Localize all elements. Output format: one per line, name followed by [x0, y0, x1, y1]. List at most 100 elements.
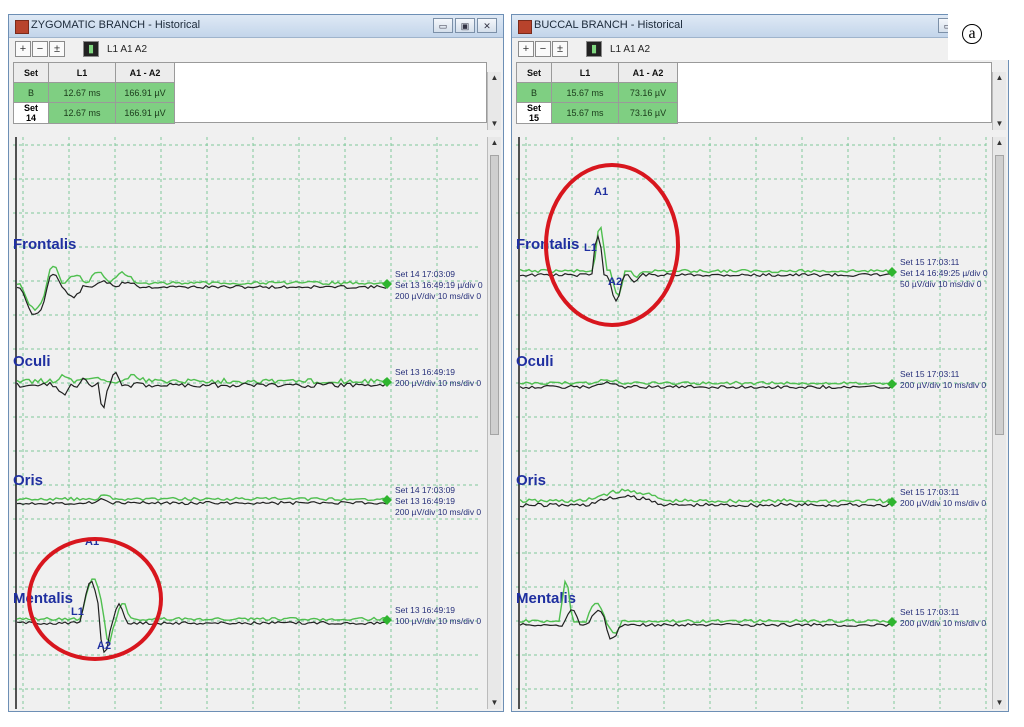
- col-set-header: Set: [516, 62, 552, 83]
- marker-labels: L1 A1 A2: [107, 44, 148, 55]
- window-titlebar[interactable]: BUCCAL BRANCH - Historical ▭ ▣ ✕: [512, 15, 1008, 38]
- app-icon: [15, 20, 29, 34]
- window-titlebar[interactable]: ZYGOMATIC BRANCH - Historical ▭ ▣ ✕: [9, 15, 503, 38]
- channel-label: Mentalis: [13, 590, 73, 607]
- channel-label: Oris: [516, 472, 546, 489]
- results-table: Set L1 A1 - A2 B 12.67 ms 166.91 µV Set …: [13, 62, 175, 124]
- buccal-window: BUCCAL BRANCH - Historical ▭ ▣ ✕ + − ± ▮…: [511, 14, 1009, 712]
- channel-info: Set 14 16:49:25 µ/div 0: [900, 268, 988, 278]
- channel-info: 200 µV/div 10 ms/div 0: [900, 498, 986, 508]
- channel-label: Oris: [13, 472, 43, 489]
- channel-info: Set 15 17:03:11: [900, 607, 960, 617]
- spectrum-icon[interactable]: ▮: [586, 41, 602, 57]
- table-row[interactable]: Set 14 12.67 ms 166.91 µV: [13, 102, 175, 124]
- table-row[interactable]: B 12.67 ms 166.91 µV: [13, 82, 175, 103]
- zoom-in-icon[interactable]: +: [518, 41, 534, 57]
- marker-diamond-icon: [887, 379, 897, 389]
- zoom-out-icon[interactable]: −: [32, 41, 48, 57]
- channel-info: Set 13 16:49:19: [395, 367, 455, 377]
- channel-info: 200 µV/div 10 ms/div 0: [900, 380, 986, 390]
- channel-label: Frontalis: [13, 236, 76, 253]
- marker-diamond-icon: [887, 497, 897, 507]
- zoom-in-icon[interactable]: +: [15, 41, 31, 57]
- marker-l1: L1: [584, 242, 597, 254]
- col-a1a2-header: A1 - A2: [115, 62, 175, 83]
- figure-tag: a: [948, 12, 1010, 60]
- col-a1a2-header: A1 - A2: [618, 62, 678, 83]
- plot-scrollbar[interactable]: ▲ ▼: [992, 137, 1006, 709]
- scroll-up-icon[interactable]: ▲: [488, 137, 501, 149]
- channel-label: Mentalis: [516, 590, 576, 607]
- cell-set: B: [13, 82, 49, 103]
- minimize-icon[interactable]: ▭: [433, 18, 453, 33]
- cell-set: Set 15: [516, 102, 552, 124]
- channel-info: 200 µV/div 10 ms/div 0: [395, 507, 481, 517]
- zoom-fit-icon[interactable]: ±: [49, 41, 65, 57]
- channel-info: 200 µV/div 10 ms/div 0: [900, 618, 986, 628]
- channel-info: Set 15 17:03:11: [900, 487, 960, 497]
- col-l1-header: L1: [551, 62, 619, 83]
- table-row[interactable]: B 15.67 ms 73.16 µV: [516, 82, 678, 103]
- zoom-fit-icon[interactable]: ±: [552, 41, 568, 57]
- cell-a1a2: 73.16 µV: [618, 102, 678, 124]
- trace-green: [16, 494, 387, 502]
- scroll-up-icon[interactable]: ▲: [993, 137, 1006, 149]
- cell-l1: 12.67 ms: [48, 102, 116, 124]
- trace-black: [16, 273, 387, 315]
- cell-a1a2: 166.91 µV: [115, 82, 175, 103]
- marker-a2: A2: [608, 276, 622, 288]
- spectrum-icon[interactable]: ▮: [83, 41, 99, 57]
- channel-info: Set 14 17:03:09: [395, 485, 455, 495]
- trace-green: [519, 378, 893, 386]
- scroll-down-icon[interactable]: ▼: [993, 697, 1006, 709]
- restore-icon[interactable]: ▣: [455, 18, 475, 33]
- trace-plot[interactable]: FrontalisSet 14 17:03:09Set 13 16:49:19 …: [13, 137, 483, 709]
- app-icon: [518, 20, 532, 34]
- channel-info: Set 15 17:03:11: [900, 369, 960, 379]
- channel-label: Oculi: [13, 353, 51, 370]
- plot-scrollbar[interactable]: ▲ ▼: [487, 137, 501, 709]
- channel-info: 50 µV/div 10 ms/div 0: [900, 279, 982, 289]
- col-set-header: Set: [13, 62, 49, 83]
- marker-diamond-icon: [887, 267, 897, 277]
- results-table: Set L1 A1 - A2 B 15.67 ms 73.16 µV Set 1…: [516, 62, 678, 124]
- cell-a1a2: 166.91 µV: [115, 102, 175, 124]
- channel-info: Set 14 17:03:09: [395, 269, 455, 279]
- table-scrollbar[interactable]: ▲ ▼: [992, 72, 1006, 130]
- marker-a2: A2: [97, 640, 111, 652]
- window-title: ZYGOMATIC BRANCH - Historical: [31, 19, 201, 31]
- scroll-up-icon[interactable]: ▲: [993, 72, 1006, 84]
- scroll-thumb[interactable]: [995, 155, 1004, 435]
- channel-info: 100 µV/div 10 ms/div 0: [395, 616, 481, 626]
- trace-green: [16, 373, 387, 385]
- toolbar: + − ± ▮ L1 A1 A2: [9, 38, 503, 60]
- trace-green: [519, 488, 893, 504]
- channel-info: Set 15 17:03:11: [900, 257, 960, 267]
- scroll-down-icon[interactable]: ▼: [993, 118, 1006, 130]
- marker-a1: A1: [594, 186, 608, 198]
- cell-set: B: [516, 82, 552, 103]
- channel-info: Set 13 16:49:19 µ/div 0: [395, 280, 483, 290]
- trace-plot[interactable]: FrontalisSet 15 17:03:11Set 14 16:49:25 …: [516, 137, 988, 709]
- trace-black: [519, 609, 893, 640]
- scroll-up-icon[interactable]: ▲: [488, 72, 501, 84]
- table-scrollbar[interactable]: ▲ ▼: [487, 72, 501, 130]
- table-row[interactable]: Set 15 15.67 ms 73.16 µV: [516, 102, 678, 124]
- cell-l1: 15.67 ms: [551, 82, 619, 103]
- trace-black: [16, 371, 387, 410]
- scroll-down-icon[interactable]: ▼: [488, 118, 501, 130]
- cell-l1: 12.67 ms: [48, 82, 116, 103]
- cell-set: Set 14: [13, 102, 49, 124]
- scroll-thumb[interactable]: [490, 155, 499, 435]
- zygomatic-window: ZYGOMATIC BRANCH - Historical ▭ ▣ ✕ + − …: [8, 14, 504, 712]
- channel-info: Set 13 16:49:19: [395, 496, 455, 506]
- channel-info: Set 13 16:49:19: [395, 605, 455, 615]
- toolbar: + − ± ▮ L1 A1 A2: [512, 38, 1008, 60]
- window-title: BUCCAL BRANCH - Historical: [534, 19, 683, 31]
- cell-a1a2: 73.16 µV: [618, 82, 678, 103]
- marker-labels: L1 A1 A2: [610, 44, 651, 55]
- zoom-out-icon[interactable]: −: [535, 41, 551, 57]
- marker-diamond-icon: [887, 617, 897, 627]
- scroll-down-icon[interactable]: ▼: [488, 697, 501, 709]
- close-icon[interactable]: ✕: [477, 18, 497, 33]
